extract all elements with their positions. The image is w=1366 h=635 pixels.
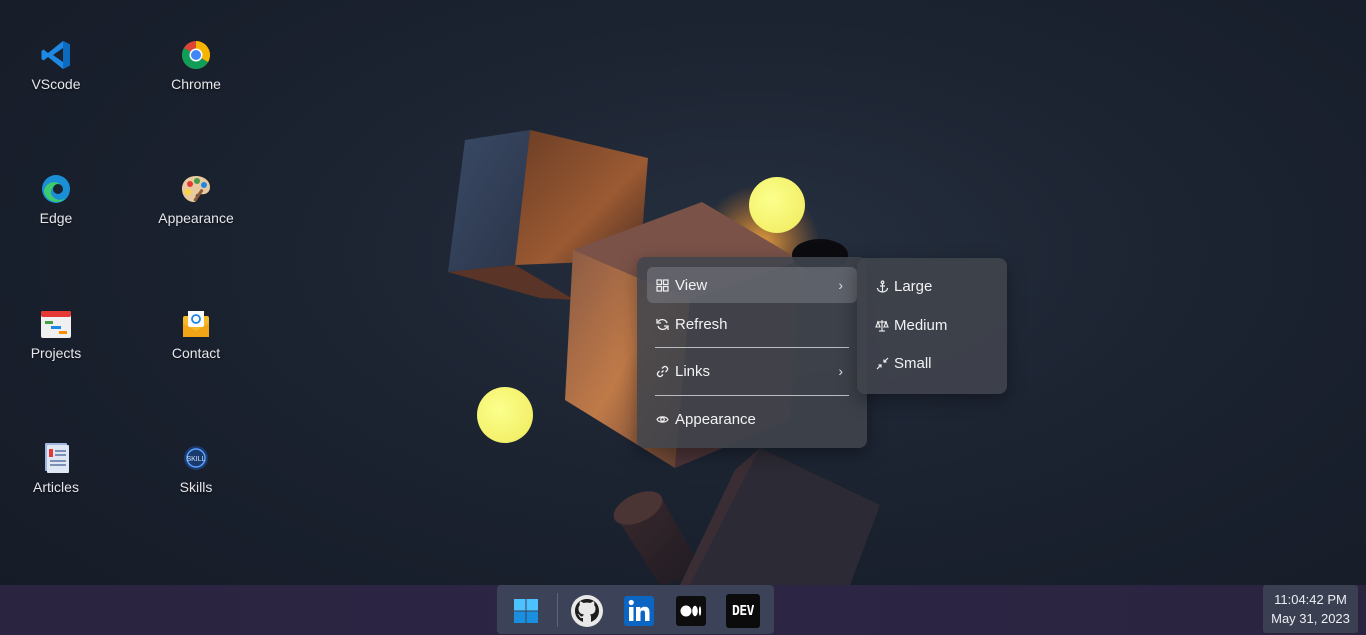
dev-button[interactable]: DEV (725, 593, 761, 629)
dock-separator (557, 593, 558, 627)
menu-separator (655, 395, 849, 396)
submenu-item-label: Small (894, 354, 932, 372)
wallpaper-sphere (749, 177, 805, 233)
svg-text:SKILL: SKILL (186, 456, 205, 463)
edge-icon (42, 175, 70, 203)
grid-icon (655, 278, 669, 292)
wallpaper-cube-bottom (448, 265, 575, 300)
desktop-icon-label: VScode (31, 76, 81, 92)
menu-item-view[interactable]: View › (647, 267, 857, 303)
wallpaper-cube-lower (690, 448, 880, 585)
desktop-icon-chrome[interactable]: Chrome (141, 38, 251, 92)
desktop-icon-edge[interactable]: Edge (1, 172, 111, 226)
wallpaper-cylinder (615, 495, 705, 585)
desktop-icon-articles[interactable]: Articles (1, 441, 111, 495)
desktop-icon-vscode[interactable]: VScode (1, 38, 111, 92)
desktop-icon-label: Articles (33, 479, 79, 495)
medium-icon (676, 596, 706, 626)
menu-item-label: Appearance (675, 410, 756, 428)
linkedin-icon (624, 596, 654, 626)
clock-time: 11:04:42 PM (1274, 592, 1347, 607)
submenu-item-medium[interactable]: Medium (867, 309, 997, 341)
desktop-icon-label: Chrome (171, 76, 221, 92)
eye-icon (655, 412, 669, 426)
chrome-icon (182, 41, 210, 69)
scale-icon (875, 318, 889, 332)
submenu-item-label: Large (894, 277, 933, 295)
menu-item-appearance[interactable]: Appearance (647, 401, 857, 437)
skills-icon: SKILL (184, 446, 208, 470)
anchor-icon (875, 279, 889, 293)
wallpaper-sphere (477, 387, 533, 443)
desktop-icon-appearance[interactable]: Appearance (141, 172, 251, 226)
windows-start-icon (514, 599, 538, 623)
clock-date: May 31, 2023 (1271, 611, 1350, 626)
view-submenu: Large Medium Small (857, 258, 1007, 394)
desktop-icon-label: Projects (30, 345, 82, 361)
desktop-icon-label: Contact (171, 345, 221, 361)
wallpaper-cube-face (515, 130, 648, 265)
submenu-item-large[interactable]: Large (867, 270, 997, 302)
dev-icon-text: DEV (732, 603, 754, 619)
chevron-right-icon: › (838, 277, 843, 293)
desktop-icon-label: Appearance (158, 210, 234, 226)
desktop-icon-contact[interactable]: Contact (141, 307, 251, 361)
wallpaper-cube-lower-edge (680, 448, 760, 585)
wallpaper-cylinder-top (613, 491, 663, 525)
wallpaper-cube (448, 130, 530, 272)
desktop-icon-skills[interactable]: SKILL Skills (141, 441, 251, 495)
menu-item-label: Refresh (675, 315, 728, 333)
start-button[interactable] (508, 593, 544, 629)
desktop-icon-label: Edge (39, 210, 73, 226)
menu-item-label: View (675, 276, 708, 294)
github-icon (571, 595, 603, 627)
submenu-item-small[interactable]: Small (867, 347, 997, 379)
mail-envelope-icon (183, 311, 209, 337)
menu-item-refresh[interactable]: Refresh (647, 306, 857, 342)
medium-button[interactable] (673, 593, 709, 629)
context-menu: View › Refresh Links › Appearance (637, 257, 867, 448)
document-icon (45, 443, 69, 473)
menu-item-label: Links (675, 362, 711, 380)
taskbar-dock: DEV (497, 585, 774, 634)
refresh-icon (655, 317, 669, 331)
desktop-icon-projects[interactable]: Projects (1, 307, 111, 361)
linkedin-button[interactable] (621, 593, 657, 629)
github-button[interactable] (569, 593, 605, 629)
desktop-icon-label: Skills (179, 479, 213, 495)
palette-icon (182, 176, 210, 202)
link-icon (655, 364, 669, 378)
calendar-icon (41, 311, 71, 338)
submenu-item-label: Medium (894, 316, 948, 334)
vscode-icon (41, 41, 70, 69)
minimize-arrows-icon (875, 356, 889, 370)
taskbar-clock[interactable]: 11:04:42 PM May 31, 2023 (1263, 585, 1358, 633)
menu-item-links[interactable]: Links › (647, 353, 857, 389)
chevron-right-icon: › (838, 363, 843, 379)
menu-separator (655, 347, 849, 348)
